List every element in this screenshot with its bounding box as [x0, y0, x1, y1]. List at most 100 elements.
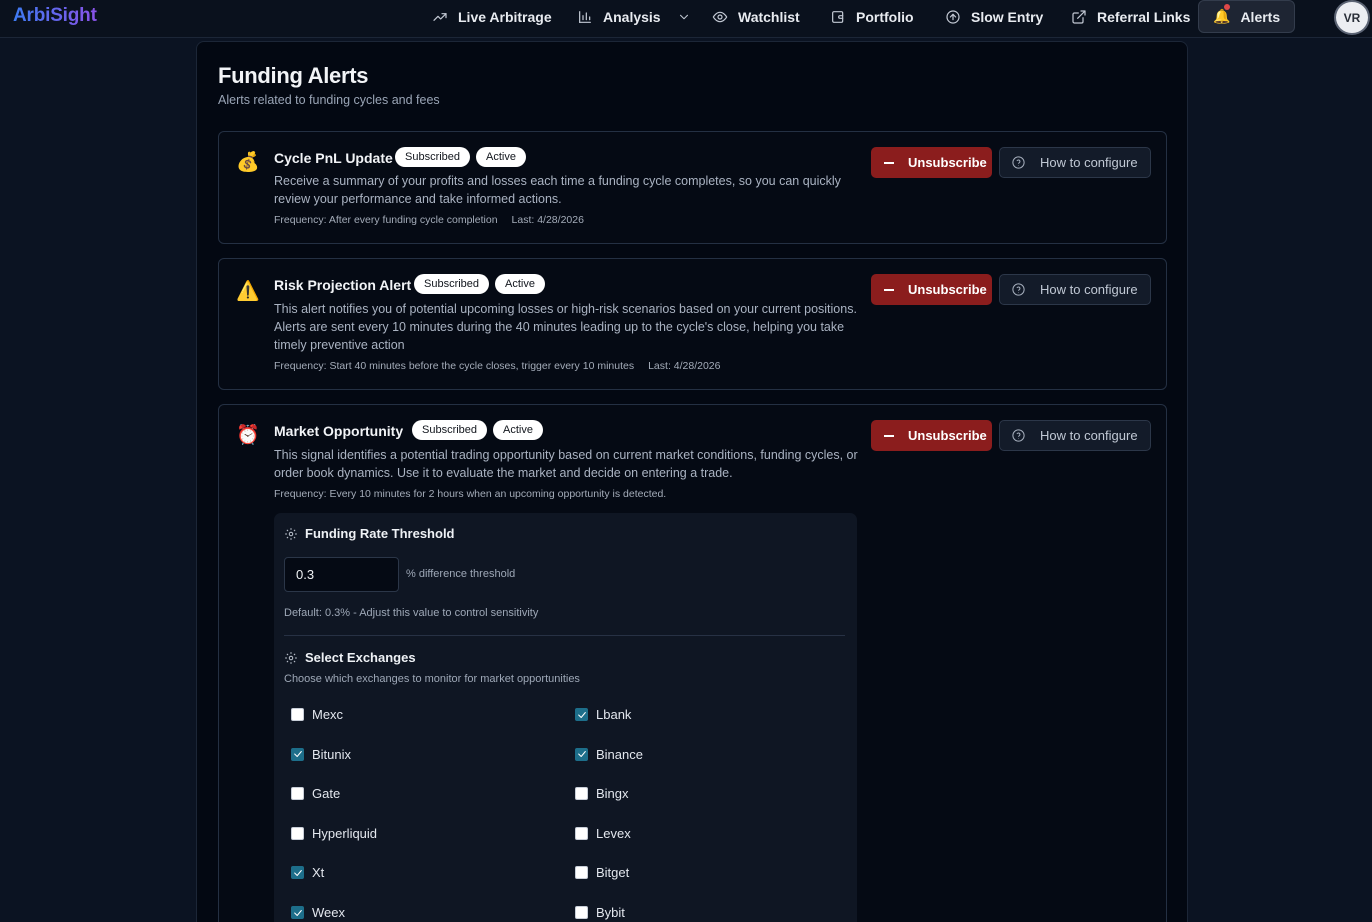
- exchange-label: Weex: [312, 905, 345, 920]
- exchange-label: Bitget: [596, 865, 630, 881]
- minus-icon: [884, 161, 894, 164]
- exchange-checkbox[interactable]: [291, 906, 304, 919]
- exchange-option-levex[interactable]: Levex: [575, 826, 631, 841]
- nav-analysis[interactable]: Analysis: [577, 0, 691, 33]
- how-to-configure-button[interactable]: How to configure: [999, 420, 1151, 451]
- exchange-option-bitget[interactable]: Bitget: [575, 865, 629, 880]
- user-avatar[interactable]: VR: [1334, 0, 1370, 35]
- alert-description: Receive a summary of your profits and lo…: [274, 174, 841, 206]
- check-icon: [293, 909, 302, 916]
- status-badge: Active: [495, 274, 545, 294]
- subscribed-badge: Subscribed: [414, 274, 490, 294]
- help-circle-icon: [1012, 429, 1025, 442]
- check-icon: [293, 869, 302, 876]
- nav-label: Analysis: [603, 8, 661, 25]
- bell-icon: 🔔: [1213, 4, 1230, 25]
- exchange-label: Bingx: [596, 786, 629, 802]
- alarm-clock-icon: ⏰: [236, 425, 260, 446]
- exchange-checkbox[interactable]: [575, 826, 588, 840]
- threshold-input[interactable]: [284, 557, 399, 592]
- external-link-icon: [1072, 9, 1086, 24]
- trending-up-icon: [433, 12, 447, 21]
- alert-frequency: Frequency: After every funding cycle com…: [274, 214, 498, 226]
- brand-logo[interactable]: ArbiSight: [13, 5, 97, 27]
- unsubscribe-button[interactable]: Unsubscribe: [871, 147, 992, 178]
- unsubscribe-button[interactable]: Unsubscribe: [871, 420, 992, 451]
- exchange-option-bingx[interactable]: Bingx: [575, 786, 629, 801]
- exchange-checkbox[interactable]: [575, 747, 588, 761]
- exchange-checkbox[interactable]: [291, 787, 304, 801]
- nav-label: Slow Entry: [971, 8, 1044, 25]
- alert-title: Market Opportunity: [274, 423, 404, 439]
- nav-label: Portfolio: [856, 8, 914, 25]
- nav-label: Watchlist: [738, 8, 800, 25]
- exchange-checkbox[interactable]: [575, 787, 588, 801]
- alert-card-market-opportunity: ⏰ Market Opportunity Subscribed Active T…: [218, 404, 1167, 922]
- exchange-checkbox[interactable]: [291, 747, 304, 761]
- exchange-checkbox[interactable]: [291, 866, 304, 880]
- market-opportunity-config: Funding Rate Threshold % difference thre…: [274, 513, 857, 922]
- exchange-option-bitunix[interactable]: Bitunix: [291, 747, 351, 762]
- top-navigation-bar: ArbiSight Live Arbitrage Analysis Watchl…: [0, 0, 1372, 38]
- alert-last: Last: 4/28/2026: [511, 214, 584, 226]
- exchange-checkbox[interactable]: [291, 708, 304, 721]
- nav-slow-entry[interactable]: Slow Entry: [945, 0, 1043, 33]
- exchange-option-xt[interactable]: Xt: [291, 865, 324, 880]
- threshold-section-title: Funding Rate Threshold: [284, 526, 455, 541]
- nav-live-arbitrage[interactable]: Live Arbitrage: [432, 0, 552, 33]
- exchange-option-hyperliquid[interactable]: Hyperliquid: [291, 826, 377, 841]
- nav-watchlist[interactable]: Watchlist: [712, 0, 800, 33]
- unsubscribe-button[interactable]: Unsubscribe: [871, 274, 992, 305]
- exchange-option-lbank[interactable]: Lbank: [575, 707, 631, 722]
- eye-icon: [712, 11, 728, 22]
- exchange-option-mexc[interactable]: Mexc: [291, 707, 343, 722]
- how-to-configure-button[interactable]: How to configure: [999, 274, 1151, 305]
- funding-alerts-panel: Funding Alerts Alerts related to funding…: [196, 41, 1188, 922]
- exchange-label: Lbank: [596, 707, 632, 722]
- exchange-option-gate[interactable]: Gate: [291, 786, 340, 801]
- alert-frequency: Frequency: Start 40 minutes before the c…: [274, 360, 635, 372]
- gear-icon: [285, 527, 297, 540]
- alert-card-risk-projection: ⚠️ Risk Projection Alert Subscribed Acti…: [218, 258, 1167, 390]
- button-label: How to configure: [1040, 282, 1138, 297]
- button-label: How to configure: [1040, 428, 1138, 443]
- help-circle-icon: [1012, 283, 1025, 296]
- chevron-down-icon: [679, 14, 688, 19]
- bar-chart-icon: [579, 10, 591, 23]
- page-title: Funding Alerts: [218, 63, 369, 88]
- alert-meta: Frequency: Start 40 minutes before the c…: [274, 360, 721, 372]
- nav-alerts[interactable]: 🔔 Alerts: [1198, 0, 1296, 33]
- money-bag-icon: 💰: [236, 152, 260, 173]
- check-icon: [577, 711, 586, 718]
- nav-label: Referral Links: [1097, 8, 1191, 25]
- help-circle-icon: [1012, 156, 1025, 169]
- threshold-unit-label: % difference threshold: [406, 568, 516, 580]
- exchange-option-weex[interactable]: Weex: [291, 905, 345, 920]
- exchange-checkbox[interactable]: [575, 708, 588, 721]
- exchange-checkbox[interactable]: [575, 866, 588, 880]
- alert-frequency: Frequency: Every 10 minutes for 2 hours …: [274, 488, 667, 500]
- button-label: How to configure: [1040, 155, 1138, 170]
- nav-referral-links[interactable]: Referral Links: [1071, 0, 1190, 33]
- alert-description: This alert notifies you of potential upc…: [274, 302, 857, 352]
- exchange-checkbox[interactable]: [291, 826, 304, 840]
- alert-meta: Frequency: After every funding cycle com…: [274, 214, 584, 226]
- section-label: Funding Rate Threshold: [305, 526, 455, 541]
- alert-card-cycle-pnl: 💰 Cycle PnL Update Subscribed Active Rec…: [218, 131, 1167, 244]
- warning-icon: ⚠️: [236, 281, 260, 302]
- arrow-up-circle-icon: [946, 9, 960, 24]
- exchange-option-bybit[interactable]: Bybit: [575, 905, 625, 920]
- exchange-label: Bybit: [596, 905, 625, 920]
- exchanges-note: Choose which exchanges to monitor for ma…: [284, 673, 580, 685]
- divider: [284, 635, 845, 636]
- subscribed-badge: Subscribed: [412, 420, 488, 440]
- minus-icon: [884, 288, 894, 291]
- exchange-label: Bitunix: [312, 746, 352, 762]
- threshold-default-note: Default: 0.3% - Adjust this value to con…: [284, 607, 539, 619]
- how-to-configure-button[interactable]: How to configure: [999, 147, 1151, 178]
- button-label: Unsubscribe: [908, 428, 987, 443]
- check-icon: [577, 751, 586, 758]
- exchange-checkbox[interactable]: [575, 906, 588, 919]
- exchange-option-binance[interactable]: Binance: [575, 747, 643, 762]
- nav-portfolio[interactable]: Portfolio: [830, 0, 914, 33]
